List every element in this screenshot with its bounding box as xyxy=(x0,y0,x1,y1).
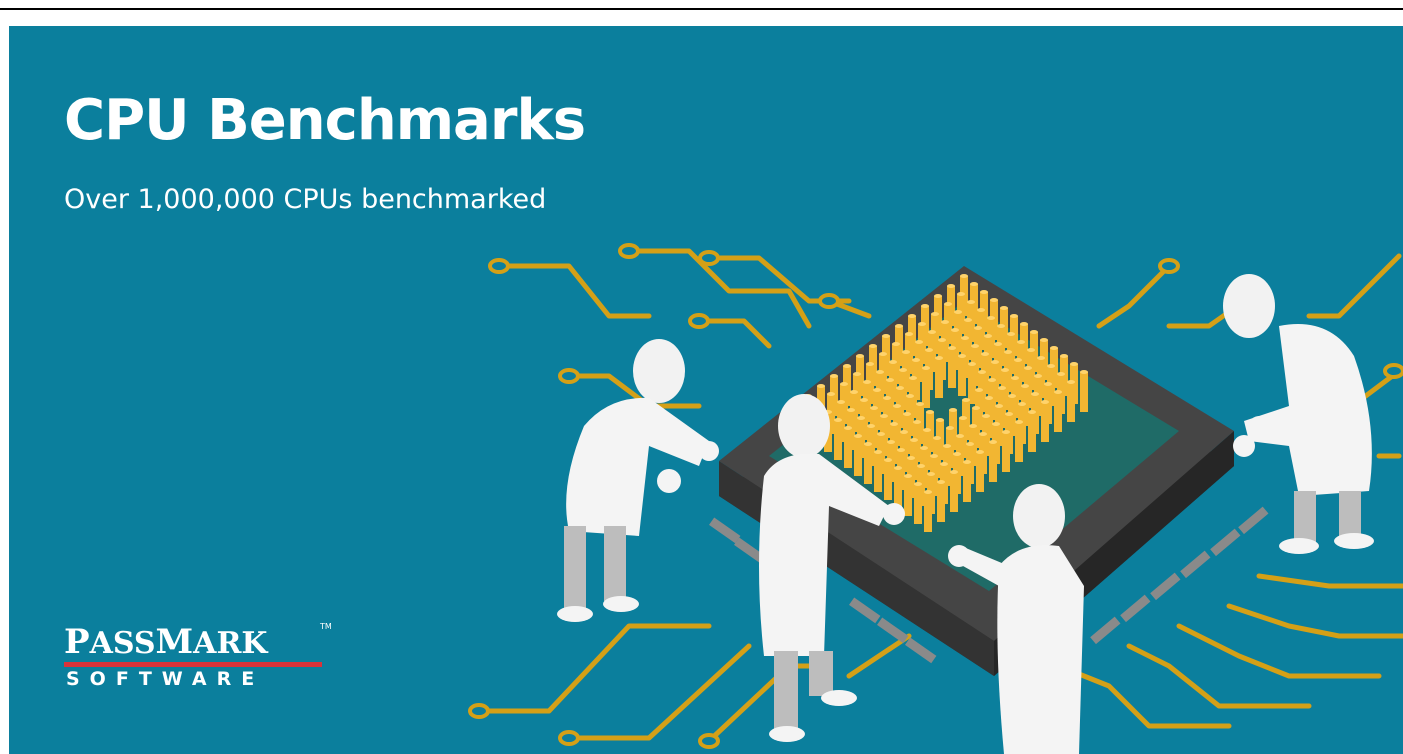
passmark-logo: PASSMARK TM SOFTWARE xyxy=(64,622,332,692)
gold-pin xyxy=(914,482,922,524)
gold-pin xyxy=(1080,370,1088,412)
gold-pin xyxy=(1067,380,1075,422)
logo-accent-bar xyxy=(64,662,322,667)
gold-pin xyxy=(864,442,872,484)
gold-pin xyxy=(834,418,842,460)
gold-pin xyxy=(854,434,862,476)
gold-pin xyxy=(989,440,997,482)
logo-wordmark: PASSMARK xyxy=(64,622,267,662)
logo-letter-m: M xyxy=(155,622,194,662)
cpu-benchmarks-banner: CPU Benchmarks Over 1,000,000 CPUs bench… xyxy=(9,26,1403,754)
gold-pin xyxy=(950,470,958,512)
page-title: CPU Benchmarks xyxy=(64,88,586,153)
gold-pin xyxy=(904,474,912,516)
gold-pin xyxy=(894,466,902,508)
gold-pin xyxy=(976,450,984,492)
page-subtitle: Over 1,000,000 CPUs benchmarked xyxy=(64,184,547,215)
logo-letter-p: P xyxy=(64,622,90,662)
gold-pin xyxy=(1028,410,1036,452)
technician-right xyxy=(1223,274,1374,554)
logo-tagline: SOFTWARE xyxy=(66,668,265,690)
gold-pin xyxy=(924,490,932,532)
gold-pin xyxy=(937,480,945,522)
gold-pin xyxy=(884,458,892,500)
gold-pin xyxy=(922,366,930,408)
gold-pin xyxy=(874,450,882,492)
gold-pin xyxy=(948,346,956,388)
gold-pin xyxy=(1041,400,1049,442)
gold-pin xyxy=(968,362,976,404)
gold-pin xyxy=(935,356,943,398)
gold-pin xyxy=(963,460,971,502)
gold-pin xyxy=(844,426,852,468)
logo-trademark: TM xyxy=(320,622,332,631)
gold-pin xyxy=(1002,430,1010,472)
logo-letters-ass: ASS xyxy=(89,626,156,661)
logo-letters-ark: ARK xyxy=(193,626,268,661)
gold-pin xyxy=(958,354,966,396)
technician-left xyxy=(557,339,719,622)
gold-pin xyxy=(1054,390,1062,432)
gold-pin xyxy=(1015,420,1023,462)
top-divider xyxy=(0,8,1403,10)
